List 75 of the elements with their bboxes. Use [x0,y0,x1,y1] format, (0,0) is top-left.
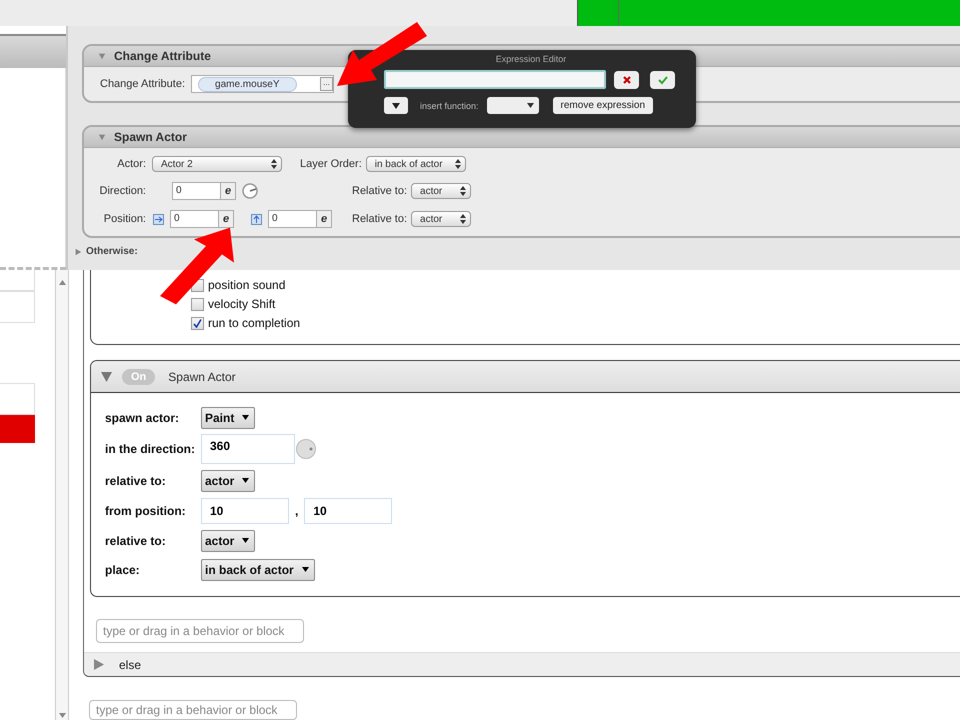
checkbox[interactable] [191,298,204,310]
direction-knob-icon[interactable] [296,439,316,459]
scrollbar[interactable] [55,270,69,720]
scroll-down-icon[interactable] [58,713,66,718]
confirm-button[interactable] [650,70,675,88]
relative-select[interactable]: actor [411,211,472,227]
popup-title: Expression Editor [496,54,566,64]
stepper-arrows-icon [454,159,461,169]
dropdown[interactable]: actor [201,470,256,492]
otherwise-label: Otherwise: [86,246,138,257]
direction-dial-icon[interactable] [242,183,258,199]
field-label: Actor: [116,158,147,170]
field-label: Layer Order: [300,158,362,170]
field-label: Relative to: [352,185,408,197]
field-label: relative to: [105,474,167,488]
x-field[interactable]: 10 [201,498,289,524]
expand-triangle-icon[interactable] [94,659,104,670]
remove-expression-button[interactable]: remove expression [552,97,654,114]
horizontal-position-icon [153,214,164,224]
caret-icon [242,478,250,483]
field-label: Direction: [98,185,147,197]
browse-button[interactable]: ... [320,77,334,91]
x-position-field[interactable]: 0 e [170,210,234,228]
cross-icon [622,74,632,84]
checkbox-label: position sound [208,278,286,292]
checkbox[interactable] [191,316,204,330]
y-position-field[interactable]: 0 e [268,210,332,228]
field-label: from position: [105,504,187,518]
layer-order-select[interactable]: in back of actor [366,156,466,172]
field-label: Position: [102,213,147,225]
direction-field[interactable]: 0 e [172,182,236,200]
block-title: Spawn Actor [168,370,236,384]
collapse-triangle-icon[interactable] [101,372,112,382]
stepper-arrows-icon [460,214,466,224]
checkbox-label: run to completion [208,316,300,330]
dropdown[interactable]: actor [201,530,256,552]
function-select[interactable] [486,97,539,114]
checkbox-label: velocity Shift [208,297,276,311]
group-title: Spawn Actor [114,130,187,144]
vertical-position-icon [251,214,262,224]
direction-field[interactable]: 360 [201,434,295,464]
expression-field[interactable] [384,70,606,89]
checkmark-icon [193,318,202,328]
insert-function-label: insert function: [420,100,479,110]
caret-icon [242,538,250,543]
checkmark-icon [658,74,668,84]
caret-icon [242,415,250,420]
field-label: spawn actor: [105,410,180,424]
collapse-triangle-icon[interactable] [98,133,106,141]
attribute-token: game.mouseY [198,76,296,92]
behavior-input[interactable]: type or drag in a behavior or block [96,619,304,643]
behavior-input[interactable]: type or drag in a behavior or block [89,700,297,720]
attribute-field[interactable]: game.mouseY ... [191,75,334,93]
field-label: Relative to: [352,213,408,225]
group-title: Change Attribute [114,49,211,63]
separator: , [295,504,298,518]
caret-icon [302,567,309,572]
field-label: place: [105,562,141,576]
scroll-up-icon[interactable] [58,280,66,285]
field-label: in the direction: [105,442,196,456]
panel-header [0,34,66,68]
expand-triangle-icon[interactable] [74,248,82,256]
dropdown[interactable]: in back of actor [201,558,315,580]
dropdown[interactable]: Paint [201,406,256,428]
relative-select[interactable]: actor [411,183,472,199]
actor-select[interactable]: Actor 2 [152,156,282,172]
stepper-arrows-icon [271,159,277,169]
dropdown-button[interactable] [384,97,408,114]
cancel-button[interactable] [614,70,639,88]
field-label: Change Attribute: [100,78,186,90]
y-field[interactable]: 10 [304,498,392,524]
field-label: relative to: [105,534,167,548]
stepper-arrows-icon [460,186,466,196]
else-label: else [119,658,142,672]
collapse-triangle-icon[interactable] [98,52,106,60]
